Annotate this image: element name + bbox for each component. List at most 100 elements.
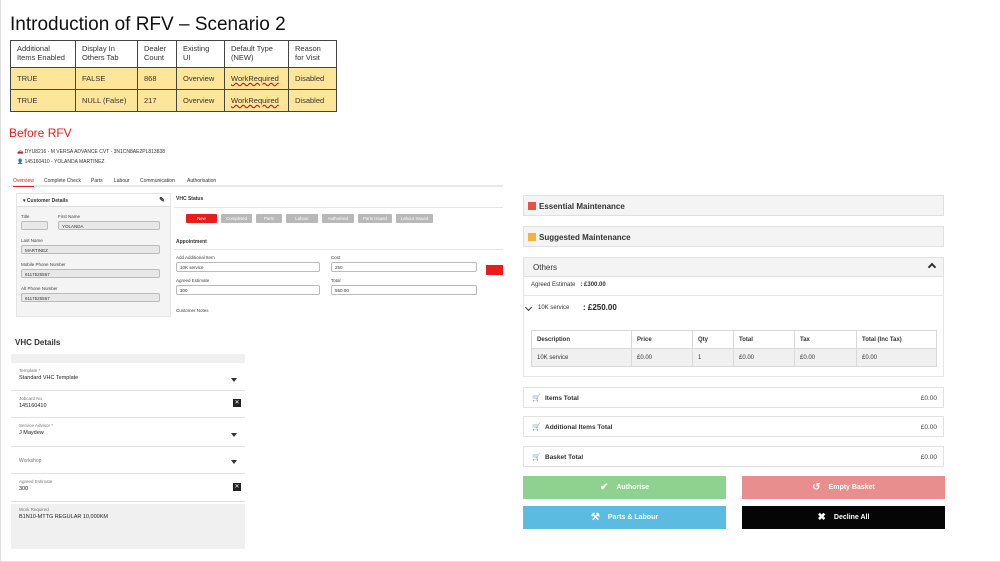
basket-total-row: 🛒 Basket Total £0.00 [523, 446, 944, 467]
collapse-icon: ▾ [23, 198, 26, 204]
parts-labour-button[interactable]: ⚒ Parts & Labour [523, 506, 726, 529]
clear-icon[interactable]: ✕ [233, 399, 241, 407]
workshop-label: Workshop [19, 458, 42, 464]
tab-labour[interactable]: Labour [114, 178, 130, 184]
title-label: Title [21, 214, 30, 219]
work-required-label: Work Required [19, 507, 49, 512]
summary-cell: WorkRequired [224, 67, 289, 90]
customer-text: 145160410 - YOLANDA MARTINEZ [24, 159, 105, 165]
summary-header: Dealer Count [137, 40, 177, 68]
agreed-estimate-input[interactable]: Agreed Estimate 300 ✕ [11, 474, 245, 502]
clear-icon[interactable]: ✕ [233, 483, 241, 491]
edit-icon[interactable]: ✎ [159, 196, 165, 204]
suggested-maintenance-header[interactable]: Suggested Maintenance [523, 226, 944, 247]
authorise-button[interactable]: ✔ Authorise [523, 476, 726, 499]
divider [174, 249, 503, 250]
undo-icon: ↺ [812, 482, 821, 493]
first-name-label: First Name [58, 214, 81, 219]
template-label: Template * [19, 368, 41, 373]
slide-title: Introduction of RFV – Scenario 2 [10, 14, 286, 35]
total-field[interactable]: 550.00 [331, 285, 477, 295]
slide: Introduction of RFV – Scenario 2 Additio… [0, 0, 1000, 562]
tools-icon: ⚒ [590, 512, 600, 523]
total-label: Total [331, 278, 341, 283]
service-advisor-select[interactable]: Service Advisor * J Maydew [11, 418, 245, 447]
service-advisor-label: Service Advisor * [19, 423, 54, 428]
table-cell: £0.00 [733, 348, 795, 367]
vhc-status-panel: VHC Status New Completed Parts Labour Au… [174, 193, 503, 317]
essential-label: Essential Maintenance [539, 202, 625, 211]
status-chip-parts-issued[interactable]: Parts Issued [358, 214, 392, 223]
summary-cell: Overview [176, 67, 225, 90]
column-header: Description [531, 330, 632, 349]
chevron-down-icon [231, 433, 237, 437]
empty-basket-label: Empty Basket [828, 484, 875, 491]
summary-header: Default Type (NEW) [224, 40, 289, 68]
summary-cell: TRUE [10, 89, 76, 112]
others-label: Others [533, 263, 558, 272]
tab-complete-check[interactable]: Complete Check [44, 178, 81, 184]
summary-cell: Disabled [288, 89, 337, 112]
additional-items-total-value: £0.00 [920, 424, 937, 431]
customer-details-title: Customer Details [26, 198, 69, 204]
workshop-select[interactable]: Workshop [11, 447, 245, 474]
tab-authorisation[interactable]: Authorisation [187, 178, 216, 184]
tab-communication[interactable]: Communication [140, 178, 175, 184]
vhc-details-title: VHC Details [15, 338, 61, 347]
parts-labour-label: Parts & Labour [607, 514, 659, 521]
jobcard-field[interactable]: Jobcard No 145160410 ✕ [11, 391, 245, 418]
work-required-field[interactable]: Work Required B1N10-MTTG REGULAR 10,000K… [11, 504, 245, 549]
chevron-down-icon [231, 460, 237, 464]
table-cell: 10K service [531, 348, 632, 367]
status-chip-labour-issued[interactable]: Labour Issued [396, 214, 433, 223]
essential-maintenance-header[interactable]: Essential Maintenance [523, 195, 944, 216]
last-name-field[interactable]: MARTINEZ [21, 245, 160, 254]
user-icon: 👤 [17, 159, 24, 165]
items-total-value: £0.00 [920, 395, 937, 402]
summary-cell: 868 [137, 67, 177, 90]
basket-total-label: Basket Total [545, 454, 584, 461]
vhc-status-title: VHC Status [176, 196, 204, 202]
first-name-field[interactable]: YOLANDA [58, 221, 160, 230]
chevron-down-icon [231, 378, 237, 382]
close-icon: ✖ [817, 512, 826, 523]
alt-phone-field[interactable]: 6117525867 [21, 293, 160, 302]
customer-details-header[interactable]: ▾ Customer Details ✎ [17, 194, 170, 207]
agreed-estimate-line: Agreed Estimate : £300.00 [531, 282, 606, 288]
cart-icon: 🛒 [532, 454, 541, 461]
cost-field[interactable]: 250 [331, 262, 477, 272]
items-total-label: Items Total [545, 395, 579, 402]
agreed-estimate-label: Agreed Estimate [19, 479, 53, 484]
mobile-field[interactable]: 6117525867 [21, 269, 160, 278]
summary-cell: FALSE [75, 67, 138, 90]
add-item-field[interactable]: 10K service [176, 262, 320, 272]
summary-header: Additional Items Enabled [10, 40, 76, 68]
status-chip-authorised[interactable]: Authorised [322, 214, 354, 223]
divider [174, 207, 503, 208]
template-select[interactable]: Template * Standard VHC Template [11, 363, 245, 391]
tab-parts[interactable]: Parts [91, 178, 103, 184]
status-chip-parts[interactable]: Parts [256, 214, 282, 223]
cart-icon: 🛒 [532, 424, 541, 431]
vhc-details-panel: Template * Standard VHC Template Jobcard… [11, 354, 245, 549]
jobcard-label: Jobcard No [19, 396, 43, 401]
summary-header: Display In Others Tab [75, 40, 138, 68]
title-field[interactable] [21, 221, 48, 230]
status-chip-new[interactable]: New [186, 214, 217, 223]
status-chip-labour[interactable]: Labour [286, 214, 318, 223]
agreed-estimate-field[interactable]: 300 [176, 285, 320, 295]
table-cell: 1 [692, 348, 734, 367]
summary-cell: 217 [137, 89, 177, 112]
service-advisor-value: J Maydew [19, 430, 44, 436]
check-icon: ✔ [599, 482, 609, 493]
decline-all-button[interactable]: ✖ Decline All [742, 506, 945, 529]
tab-overview[interactable]: Overview [13, 178, 34, 187]
agreed-estimate-value: : £300.00 [580, 282, 606, 288]
status-chip-completed[interactable]: Completed [221, 214, 252, 223]
add-item-label: Add Additional Item [176, 255, 215, 260]
empty-basket-button[interactable]: ↺ Empty Basket [742, 476, 945, 499]
agreed-estimate-label: Agreed Estimate [531, 282, 576, 288]
add-item-button[interactable] [486, 265, 503, 275]
essential-square-icon [528, 202, 536, 210]
others-header[interactable]: Others [523, 257, 944, 277]
